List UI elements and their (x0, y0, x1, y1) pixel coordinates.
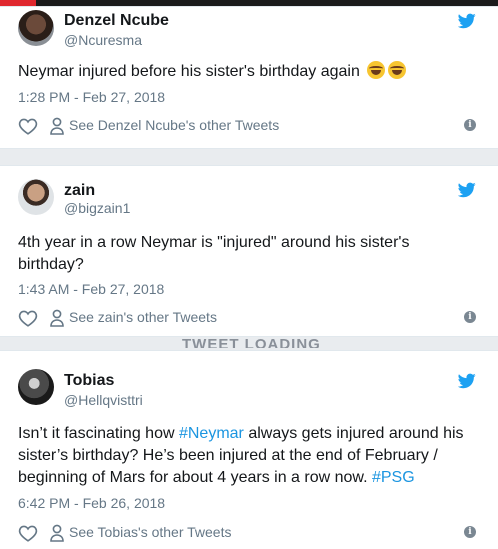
tweet-text: Isn’t it fascinating how #Neymar always … (18, 423, 476, 489)
twitter-bird-icon[interactable] (458, 182, 476, 198)
avatar[interactable] (18, 179, 54, 215)
author-name[interactable]: Denzel Ncube (64, 12, 169, 30)
see-other-tweets-link[interactable]: See Tobias's other Tweets (69, 524, 231, 540)
tweet-card[interactable]: Denzel Ncube @Ncuresma Neymar injured be… (0, 6, 498, 149)
person-icon (50, 309, 64, 327)
tweet-timestamp[interactable]: 1:43 AM - Feb 27, 2018 (18, 281, 164, 297)
info-icon[interactable]: i (464, 311, 476, 323)
author-name[interactable]: Tobias (64, 372, 114, 390)
author-handle[interactable]: @Ncuresma (64, 32, 142, 48)
heart-icon[interactable] (18, 309, 38, 327)
tears-of-joy-emoji-icon (388, 61, 407, 79)
info-icon[interactable]: i (464, 119, 476, 131)
tweet-card[interactable]: Tobias @Hellqvisttri Isn’t it fascinatin… (0, 350, 498, 549)
hashtag-link[interactable]: #Neymar (179, 425, 244, 442)
tweet-text-part: Isn’t it fascinating how (18, 425, 179, 442)
info-icon[interactable]: i (464, 526, 476, 538)
tweet-actions: See Tobias's other Tweets i (18, 523, 476, 543)
tears-of-joy-emoji-icon (367, 61, 386, 79)
person-icon (50, 524, 64, 542)
tweet-loading-label: TWEET LOADING (182, 336, 321, 348)
see-other-tweets-link[interactable]: See zain's other Tweets (69, 309, 217, 325)
tweet-text: 4th year in a row Neymar is "injured" ar… (18, 234, 410, 273)
author-name[interactable]: zain (64, 182, 95, 200)
tweet-timestamp[interactable]: 1:28 PM - Feb 27, 2018 (18, 89, 165, 105)
tweet-text-body: Neymar injured before his sister's birth… (18, 63, 360, 80)
tweet-actions: See zain's other Tweets i (18, 308, 476, 328)
author-handle[interactable]: @Hellqvisttri (64, 392, 143, 408)
person-icon (50, 117, 64, 135)
avatar[interactable] (18, 10, 54, 46)
tweet-text: Neymar injured before his sister's birth… (18, 61, 476, 83)
twitter-bird-icon[interactable] (458, 13, 476, 29)
tweet-timestamp[interactable]: 6:42 PM - Feb 26, 2018 (18, 495, 165, 511)
twitter-bird-icon[interactable] (458, 373, 476, 389)
tweet-card[interactable]: zain @bigzain1 4th year in a row Neymar … (0, 165, 498, 337)
see-other-tweets-link[interactable]: See Denzel Ncube's other Tweets (69, 117, 279, 133)
hashtag-link[interactable]: #PSG (372, 469, 415, 486)
avatar[interactable] (18, 369, 54, 405)
heart-icon[interactable] (18, 524, 38, 542)
author-handle[interactable]: @bigzain1 (64, 200, 130, 216)
heart-icon[interactable] (18, 117, 38, 135)
tweet-actions: See Denzel Ncube's other Tweets i (18, 116, 476, 136)
